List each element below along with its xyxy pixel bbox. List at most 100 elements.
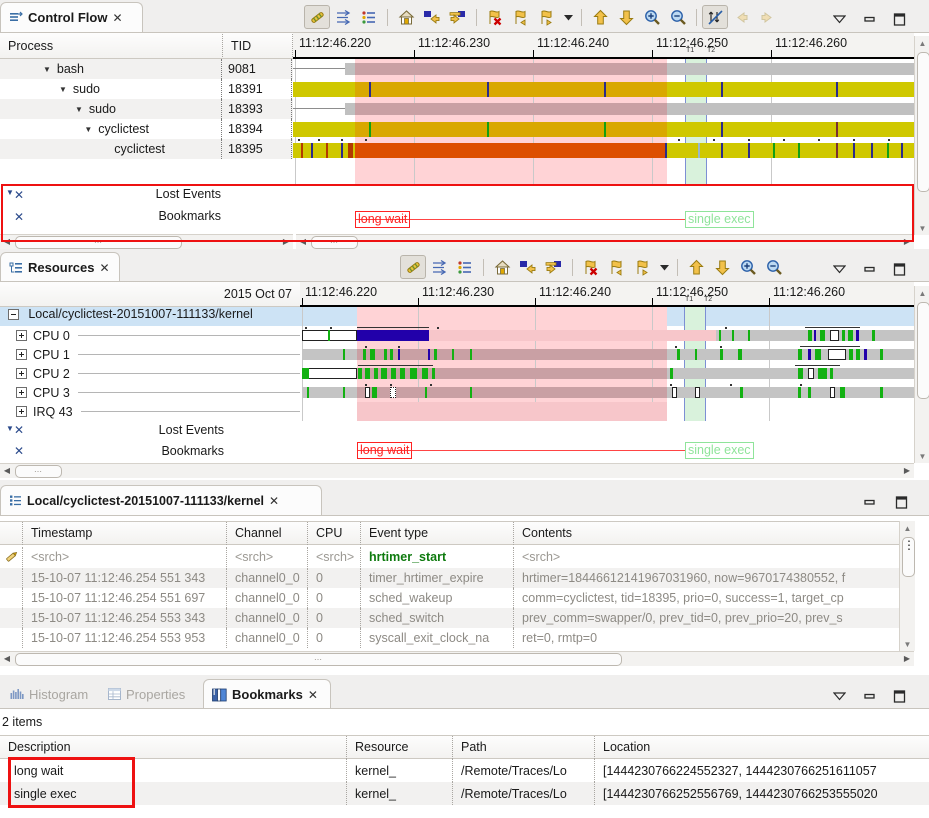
control-flow-timegraph[interactable]: [293, 59, 914, 185]
column-header-timestamp[interactable]: Timestamp: [23, 522, 227, 545]
bookmark-marker-long-wait[interactable]: long wait: [357, 442, 412, 459]
filter-cpu[interactable]: <srch>: [308, 547, 361, 567]
resources-row-cpu2[interactable]: CPU 2: [0, 364, 300, 383]
timegraph-row-sudo-18391[interactable]: [293, 79, 914, 99]
resources-time-ruler[interactable]: 11:12:46.220 11:12:46.230 11:12:46.240 1…: [300, 282, 914, 307]
expand-icon[interactable]: [16, 406, 27, 417]
scroll-thumb[interactable]: ⋯: [311, 236, 358, 249]
chevron-down-icon[interactable]: ▼: [84, 125, 92, 134]
scroll-left-arrow[interactable]: ◀: [296, 235, 310, 248]
scroll-right-arrow[interactable]: ▶: [900, 652, 914, 665]
chevron-down-icon[interactable]: ▼: [43, 65, 51, 74]
control-flow-row[interactable]: ▼sudo 18391: [0, 79, 293, 99]
zoom-in-button[interactable]: [735, 255, 761, 279]
table-row[interactable]: single exec kernel_ /Remote/Traces/Lo [1…: [0, 782, 929, 805]
reset-time-scale-button[interactable]: [393, 5, 419, 29]
control-flow-row[interactable]: ▼bash 9081: [0, 59, 293, 79]
column-header-contents[interactable]: Contents: [514, 522, 914, 545]
expand-icon[interactable]: [16, 330, 27, 341]
column-header-process[interactable]: Process: [0, 34, 223, 57]
show-legend-button[interactable]: [400, 255, 426, 279]
control-flow-graph-hscrollbar[interactable]: ◀ ⋯ ▶: [296, 234, 914, 249]
maximize-button[interactable]: [888, 8, 910, 30]
remove-bookmark-button[interactable]: [482, 5, 508, 29]
bookmark-marker-long-wait[interactable]: long wait: [355, 211, 410, 228]
tab-control-flow[interactable]: Control Flow ✕: [0, 2, 143, 32]
scroll-left-arrow[interactable]: ◀: [0, 464, 14, 477]
filter-button[interactable]: [426, 255, 452, 279]
follow-arrow-forward-button[interactable]: [754, 5, 780, 29]
column-header-event-type[interactable]: Event type: [361, 522, 514, 545]
control-flow-row[interactable]: cyclictest 18395: [0, 139, 293, 159]
show-view-filters-button[interactable]: [452, 255, 478, 279]
view-menu-button[interactable]: [828, 258, 850, 280]
previous-marker-button[interactable]: [508, 5, 534, 29]
table-row[interactable]: 15-10-07 11:12:46.254 553 343 channel0_0…: [0, 608, 914, 628]
filter-contents[interactable]: <srch>: [514, 547, 899, 567]
maximize-button[interactable]: [888, 685, 910, 707]
select-previous-item-button[interactable]: [587, 5, 613, 29]
scroll-right-arrow[interactable]: ▶: [900, 235, 914, 248]
resources-hscrollbar[interactable]: ◀ ⋯ ▶: [0, 463, 914, 478]
zoom-out-button[interactable]: [761, 255, 787, 279]
view-menu-button[interactable]: [828, 8, 850, 30]
timegraph-row-cpu2[interactable]: [300, 364, 914, 383]
events-filter-row[interactable]: <srch> <srch> <srch> hrtimer_start <srch…: [0, 545, 914, 568]
show-view-filters-button[interactable]: [356, 5, 382, 29]
resources-row-irq43[interactable]: IRQ 43: [0, 402, 300, 421]
resources-vscrollbar[interactable]: ▲ ▼: [914, 286, 929, 463]
minimize-button[interactable]: [858, 258, 880, 280]
scroll-left-arrow[interactable]: ◀: [0, 652, 14, 665]
expand-icon[interactable]: [16, 349, 27, 360]
select-previous-state-button[interactable]: [515, 255, 541, 279]
control-flow-vscrollbar[interactable]: ▲ ▼: [914, 36, 929, 235]
collapse-icon[interactable]: [8, 309, 19, 320]
bookmark-marker-single-exec[interactable]: single exec: [685, 442, 754, 459]
resources-row-cpu1[interactable]: CPU 1: [0, 345, 300, 364]
column-header-cpu[interactable]: CPU: [308, 522, 361, 545]
timegraph-row-cyclictest-18395[interactable]: [293, 139, 914, 159]
control-flow-tree-hscrollbar[interactable]: ◀ ⋯ ▶: [0, 234, 293, 249]
zoom-out-button[interactable]: [665, 5, 691, 29]
scroll-left-arrow[interactable]: ◀: [0, 235, 14, 248]
tab-resources[interactable]: Resources ✕: [0, 252, 120, 282]
show-legend-button[interactable]: [304, 5, 330, 29]
scroll-up-arrow[interactable]: ▲: [900, 521, 915, 535]
select-previous-item-button[interactable]: [683, 255, 709, 279]
column-header-description[interactable]: Description: [0, 736, 347, 759]
close-icon[interactable]: ✕: [99, 261, 109, 275]
control-flow-row[interactable]: ▼cyclictest 18394: [0, 119, 293, 139]
tab-bookmarks[interactable]: Bookmarks ✕: [203, 679, 331, 709]
minimize-button[interactable]: [858, 491, 880, 513]
hide-arrows-button[interactable]: [702, 5, 728, 29]
column-header-location[interactable]: Location: [595, 736, 929, 759]
resources-row-cpu3[interactable]: CPU 3: [0, 383, 300, 402]
maximize-button[interactable]: [890, 491, 912, 513]
column-header-tid[interactable]: TID: [223, 34, 293, 57]
view-menu-button[interactable]: [828, 685, 850, 707]
select-previous-state-button[interactable]: [419, 5, 445, 29]
expand-icon[interactable]: [16, 387, 27, 398]
events-vscrollbar[interactable]: ▲ ⋮ ▼: [899, 521, 915, 651]
timegraph-row-cpu3[interactable]: [300, 383, 914, 402]
resources-timegraph[interactable]: [300, 307, 914, 421]
follow-arrow-backward-button[interactable]: [728, 5, 754, 29]
lost-events-toggle-icon[interactable]: ✕: [14, 188, 24, 202]
select-next-item-button[interactable]: [709, 255, 735, 279]
scroll-down-arrow[interactable]: ▼: [915, 449, 929, 463]
table-row[interactable]: 15-10-07 11:12:46.254 551 343 channel0_0…: [0, 568, 914, 588]
timegraph-row-cyclictest-18394[interactable]: [293, 119, 914, 139]
column-header-path[interactable]: Path: [453, 736, 595, 759]
tab-events-table[interactable]: Local/cyclictest-20151007-111133/kernel …: [0, 485, 322, 515]
close-icon[interactable]: ✕: [269, 494, 279, 508]
marker-dropdown-button[interactable]: [656, 255, 672, 279]
scroll-thumb[interactable]: [917, 302, 929, 399]
control-flow-row[interactable]: ▼sudo 18393: [0, 99, 293, 119]
scroll-thumb[interactable]: ⋯: [15, 465, 62, 478]
lost-events-toggle-icon[interactable]: ✕: [14, 423, 24, 437]
expand-icon[interactable]: [16, 368, 27, 379]
tab-histogram[interactable]: Histogram: [2, 679, 96, 709]
filter-timestamp[interactable]: <srch>: [23, 547, 227, 567]
close-icon[interactable]: ✕: [308, 688, 318, 702]
scroll-right-arrow[interactable]: ▶: [279, 235, 293, 248]
